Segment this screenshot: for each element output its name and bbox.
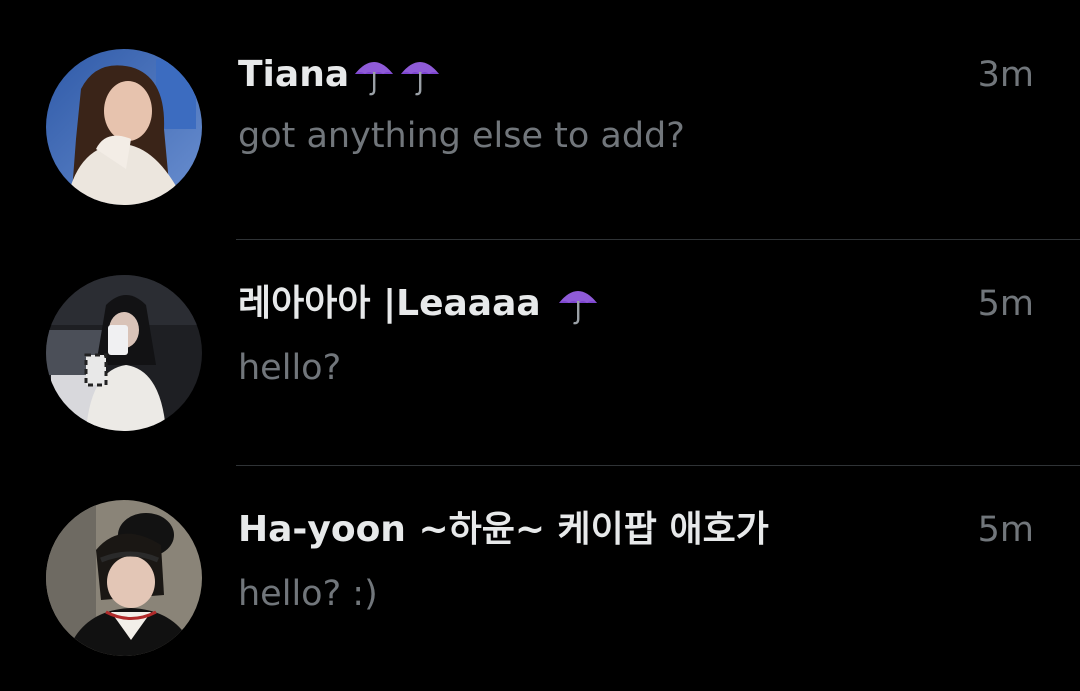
avatar[interactable]: [46, 500, 202, 656]
conversation-item[interactable]: Ha-yoon ~하윤~ 케이팝 애호가 5m hello? :): [0, 465, 1080, 691]
avatar-photo: [46, 275, 202, 431]
timestamp: 5m: [977, 284, 1034, 324]
name-emojis: [555, 282, 601, 326]
display-name: Tiana: [238, 54, 350, 95]
avatar-photo: [46, 49, 202, 205]
umbrella-icon: [401, 62, 440, 96]
name-emojis: [351, 53, 443, 97]
display-name: Ha-yoon ~하윤~ 케이팝 애호가: [238, 509, 769, 550]
avatar[interactable]: [46, 49, 202, 205]
umbrella-icon: [559, 291, 598, 325]
avatar-photo: [46, 500, 202, 656]
umbrella-icon: [355, 62, 394, 96]
message-preview: hello?: [238, 348, 342, 388]
conversation-item[interactable]: 레아아아 |Leaaaa 5m hello?: [0, 239, 1080, 465]
display-name: 레아아아 |Leaaaa: [238, 283, 541, 324]
conversation-name: Ha-yoon ~하윤~ 케이팝 애호가: [238, 508, 769, 552]
message-preview: got anything else to add?: [238, 116, 685, 156]
avatar[interactable]: [46, 275, 202, 431]
conversation-item[interactable]: Tiana 3m got anything else to add?: [0, 0, 1080, 226]
dm-conversation-list: Tiana 3m got anything else to add? 레아아아 …: [0, 0, 1080, 668]
conversation-name: 레아아아 |Leaaaa: [238, 282, 601, 326]
timestamp: 3m: [977, 55, 1034, 95]
message-preview: hello? :): [238, 574, 378, 614]
timestamp: 5m: [977, 510, 1034, 550]
conversation-name: Tiana: [238, 53, 443, 97]
